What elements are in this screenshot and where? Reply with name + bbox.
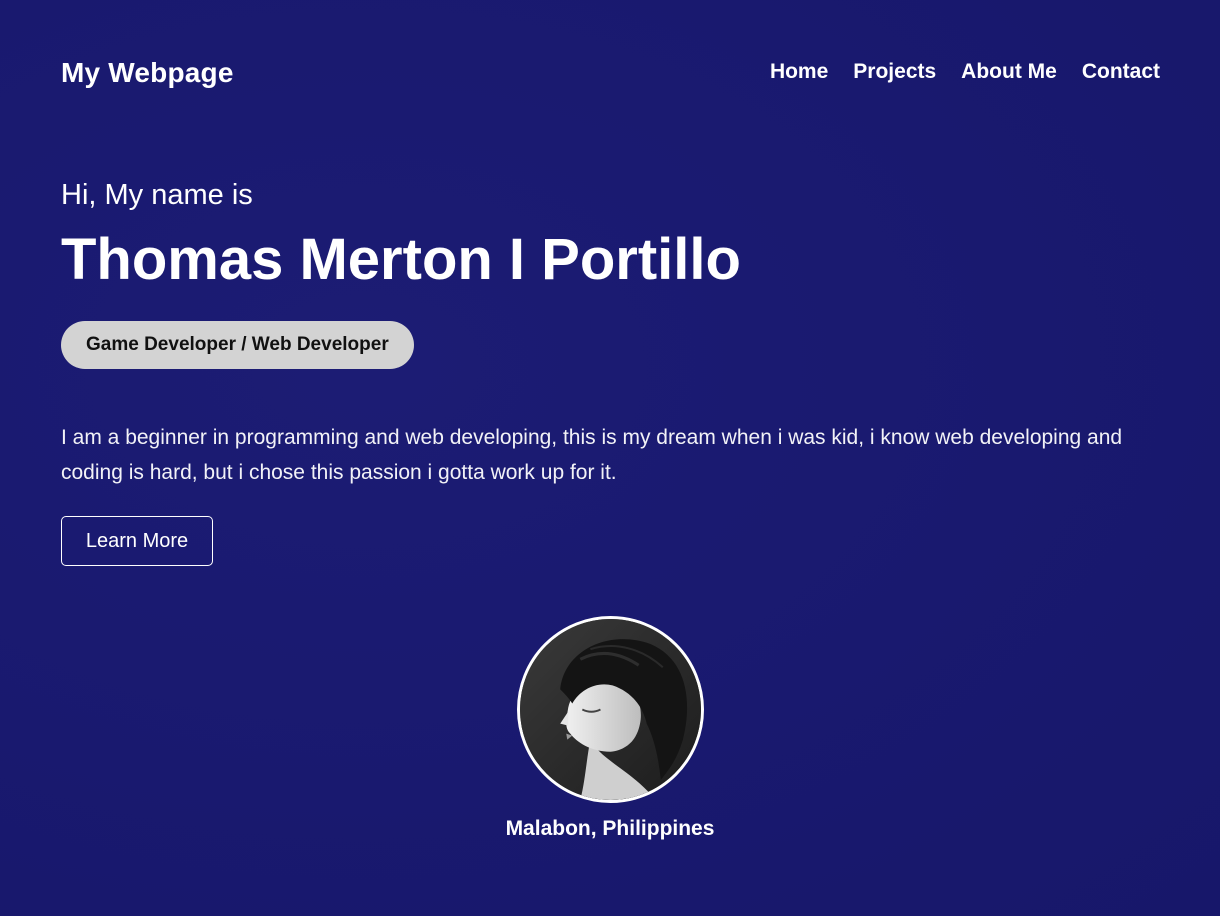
nav-link-about[interactable]: About Me (961, 60, 1057, 83)
location-text: Malabon, Philippines (505, 817, 715, 840)
nav-item-projects: Projects (853, 58, 936, 86)
hero-bio: I am a beginner in programming and web d… (61, 426, 1123, 484)
hero-name: Thomas Merton I Portillo (61, 227, 741, 292)
nav-link-contact[interactable]: Contact (1082, 60, 1160, 83)
learn-more-button[interactable]: Learn More (61, 516, 213, 566)
role-badge: Game Developer / Web Developer (61, 321, 414, 369)
main-nav: Home Projects About Me Contact (770, 58, 1160, 86)
profile-photo-icon (520, 619, 701, 800)
nav-link-home[interactable]: Home (770, 60, 828, 83)
page: My Webpage Home Projects About Me Contac… (0, 0, 1220, 916)
brand-logo[interactable]: My Webpage (61, 55, 234, 91)
nav-item-home: Home (770, 58, 828, 86)
avatar (517, 616, 704, 803)
nav-item-about: About Me (961, 58, 1057, 86)
nav-link-projects[interactable]: Projects (853, 60, 936, 83)
nav-item-contact: Contact (1082, 58, 1160, 86)
hero-greeting: Hi, My name is (61, 179, 253, 211)
